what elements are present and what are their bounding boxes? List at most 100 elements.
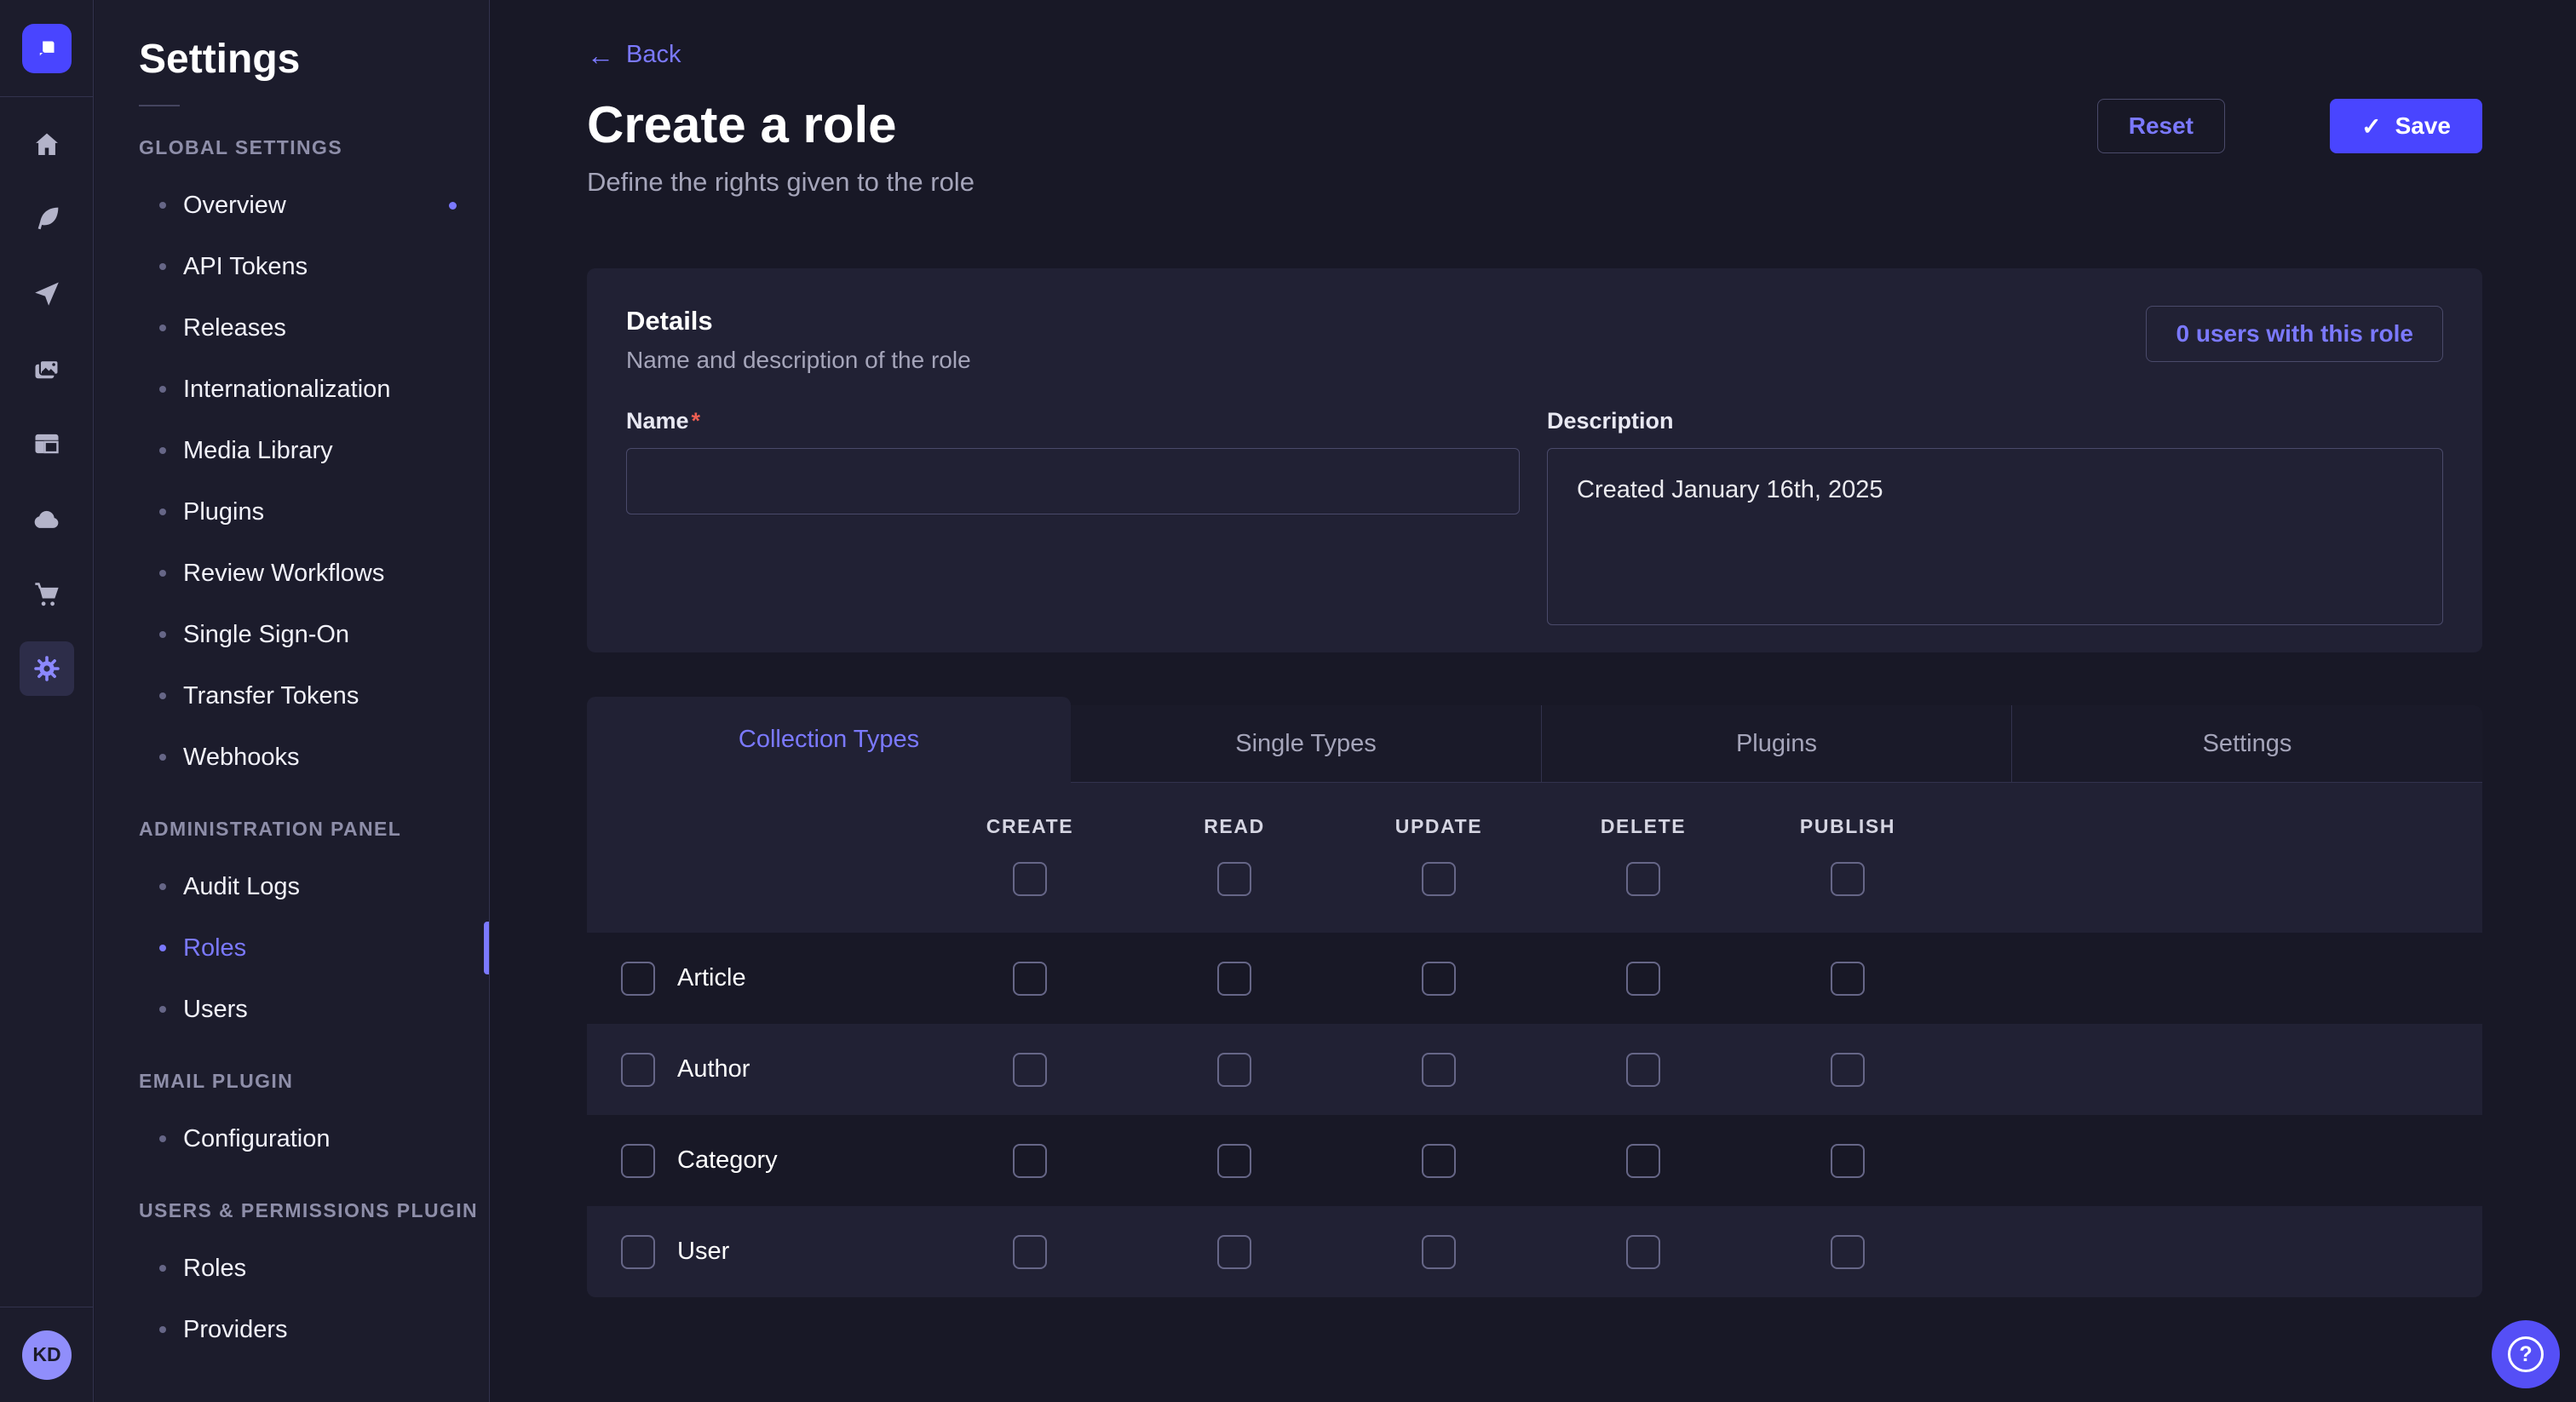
- sidebar-item-plugins[interactable]: Plugins: [95, 481, 489, 543]
- save-button[interactable]: ✓ Save: [2330, 99, 2482, 153]
- tab-settings[interactable]: Settings: [2011, 705, 2482, 783]
- section-email-plugin: EMAIL PLUGIN Configuration: [95, 1064, 489, 1169]
- permissions-table: CREATE READ UPDATE DELETE PUBLISH: [587, 783, 2482, 1297]
- row-select-checkbox[interactable]: [621, 1053, 655, 1087]
- paper-plane-icon[interactable]: [0, 263, 94, 325]
- sidebar-item-configuration[interactable]: Configuration: [95, 1108, 489, 1169]
- description-textarea[interactable]: Created January 16th, 2025: [1547, 448, 2443, 625]
- column-header-create: CREATE: [986, 815, 1073, 838]
- bullet-icon: [159, 754, 166, 761]
- column-header-update: UPDATE: [1395, 815, 1482, 838]
- bullet-icon: [159, 945, 166, 951]
- read-checkbox[interactable]: [1217, 962, 1251, 996]
- settings-sidebar: Settings GLOBAL SETTINGS Overview API To…: [95, 0, 490, 1402]
- rail-footer: KD: [0, 1307, 94, 1402]
- active-indicator: [484, 922, 489, 974]
- tab-single-types[interactable]: Single Types: [1071, 705, 1541, 783]
- update-checkbox[interactable]: [1422, 962, 1456, 996]
- update-checkbox[interactable]: [1422, 1144, 1456, 1178]
- sidebar-item-audit-logs[interactable]: Audit Logs: [95, 856, 489, 917]
- sidebar-item-api-tokens[interactable]: API Tokens: [95, 236, 489, 297]
- row-select-checkbox[interactable]: [621, 1235, 655, 1269]
- users-with-role-button[interactable]: 0 users with this role: [2146, 306, 2443, 362]
- row-label: User: [677, 1238, 729, 1266]
- delete-checkbox[interactable]: [1626, 1144, 1660, 1178]
- sidebar-item-media-library[interactable]: Media Library: [95, 420, 489, 481]
- sidebar-item-transfer-tokens[interactable]: Transfer Tokens: [95, 665, 489, 727]
- select-all-create-checkbox[interactable]: [1013, 862, 1047, 896]
- sidebar-item-users[interactable]: Users: [95, 979, 489, 1040]
- name-input[interactable]: [626, 448, 1520, 514]
- section-label: GLOBAL SETTINGS: [139, 130, 489, 164]
- back-link[interactable]: ← Back: [587, 41, 681, 69]
- read-checkbox[interactable]: [1217, 1053, 1251, 1087]
- row-label: Article: [677, 964, 746, 992]
- sidebar-item-providers[interactable]: Providers: [95, 1299, 489, 1360]
- reset-button[interactable]: Reset: [2097, 99, 2225, 153]
- column-header-publish: PUBLISH: [1800, 815, 1895, 838]
- sidebar-item-releases[interactable]: Releases: [95, 297, 489, 359]
- delete-checkbox[interactable]: [1626, 1235, 1660, 1269]
- logo-section: [0, 0, 93, 97]
- bullet-icon: [159, 1265, 166, 1272]
- cloud-icon[interactable]: [0, 489, 94, 550]
- bullet-icon: [159, 325, 166, 331]
- media-pictures-icon[interactable]: [0, 339, 94, 400]
- read-checkbox[interactable]: [1217, 1144, 1251, 1178]
- bullet-icon: [159, 1135, 166, 1142]
- tab-plugins[interactable]: Plugins: [1541, 705, 2011, 783]
- section-users-permissions-plugin: USERS & PERMISSIONS PLUGIN Roles Provide…: [95, 1193, 489, 1360]
- row-select-checkbox[interactable]: [621, 1144, 655, 1178]
- create-checkbox[interactable]: [1013, 1235, 1047, 1269]
- page-title: Create a role: [587, 95, 897, 154]
- sidebar-item-up-roles[interactable]: Roles: [95, 1238, 489, 1299]
- sidebar-item-overview[interactable]: Overview: [95, 175, 489, 236]
- bullet-icon: [159, 1326, 166, 1333]
- sidebar-item-webhooks[interactable]: Webhooks: [95, 727, 489, 788]
- select-all-update-checkbox[interactable]: [1422, 862, 1456, 896]
- delete-checkbox[interactable]: [1626, 1053, 1660, 1087]
- help-button[interactable]: ?: [2492, 1320, 2560, 1388]
- publish-checkbox[interactable]: [1831, 1144, 1865, 1178]
- bullet-icon: [159, 202, 166, 209]
- question-circle-icon: ?: [2508, 1336, 2544, 1372]
- layout-icon[interactable]: [0, 413, 94, 474]
- left-arrow-icon: ←: [587, 42, 614, 69]
- avatar[interactable]: KD: [22, 1330, 72, 1380]
- bullet-icon: [159, 386, 166, 393]
- publish-checkbox[interactable]: [1831, 962, 1865, 996]
- tab-collection-types[interactable]: Collection Types: [587, 697, 1071, 783]
- shopping-cart-icon[interactable]: [0, 564, 94, 625]
- main-content: ← Back Create a role Define the rights g…: [491, 0, 2576, 1402]
- check-icon: ✓: [2361, 112, 2381, 141]
- create-checkbox[interactable]: [1013, 962, 1047, 996]
- sidebar-item-roles-active[interactable]: Roles: [95, 917, 489, 979]
- bullet-icon: [159, 447, 166, 454]
- publish-checkbox[interactable]: [1831, 1053, 1865, 1087]
- select-all-publish-checkbox[interactable]: [1831, 862, 1865, 896]
- read-checkbox[interactable]: [1217, 1235, 1251, 1269]
- update-checkbox[interactable]: [1422, 1053, 1456, 1087]
- gear-icon[interactable]: [20, 641, 74, 696]
- home-icon[interactable]: [0, 114, 94, 175]
- create-checkbox[interactable]: [1013, 1053, 1047, 1087]
- sidebar-item-review-workflows[interactable]: Review Workflows: [95, 543, 489, 604]
- sidebar-item-internationalization[interactable]: Internationalization: [95, 359, 489, 420]
- section-administration-panel: ADMINISTRATION PANEL Audit Logs Roles Us…: [95, 812, 489, 1040]
- bullet-icon: [159, 570, 166, 577]
- delete-checkbox[interactable]: [1626, 962, 1660, 996]
- sidebar-item-single-sign-on[interactable]: Single Sign-On: [95, 604, 489, 665]
- publish-checkbox[interactable]: [1831, 1235, 1865, 1269]
- section-label: ADMINISTRATION PANEL: [139, 812, 489, 846]
- update-checkbox[interactable]: [1422, 1235, 1456, 1269]
- feather-pen-icon[interactable]: [0, 188, 94, 250]
- row-label: Author: [677, 1055, 750, 1083]
- select-all-read-checkbox[interactable]: [1217, 862, 1251, 896]
- table-row-category: Category: [587, 1115, 2482, 1206]
- strapi-logo-icon[interactable]: [22, 24, 72, 73]
- row-select-checkbox[interactable]: [621, 962, 655, 996]
- table-row-article: Article: [587, 933, 2482, 1024]
- select-all-delete-checkbox[interactable]: [1626, 862, 1660, 896]
- section-label: USERS & PERMISSIONS PLUGIN: [139, 1193, 489, 1227]
- create-checkbox[interactable]: [1013, 1144, 1047, 1178]
